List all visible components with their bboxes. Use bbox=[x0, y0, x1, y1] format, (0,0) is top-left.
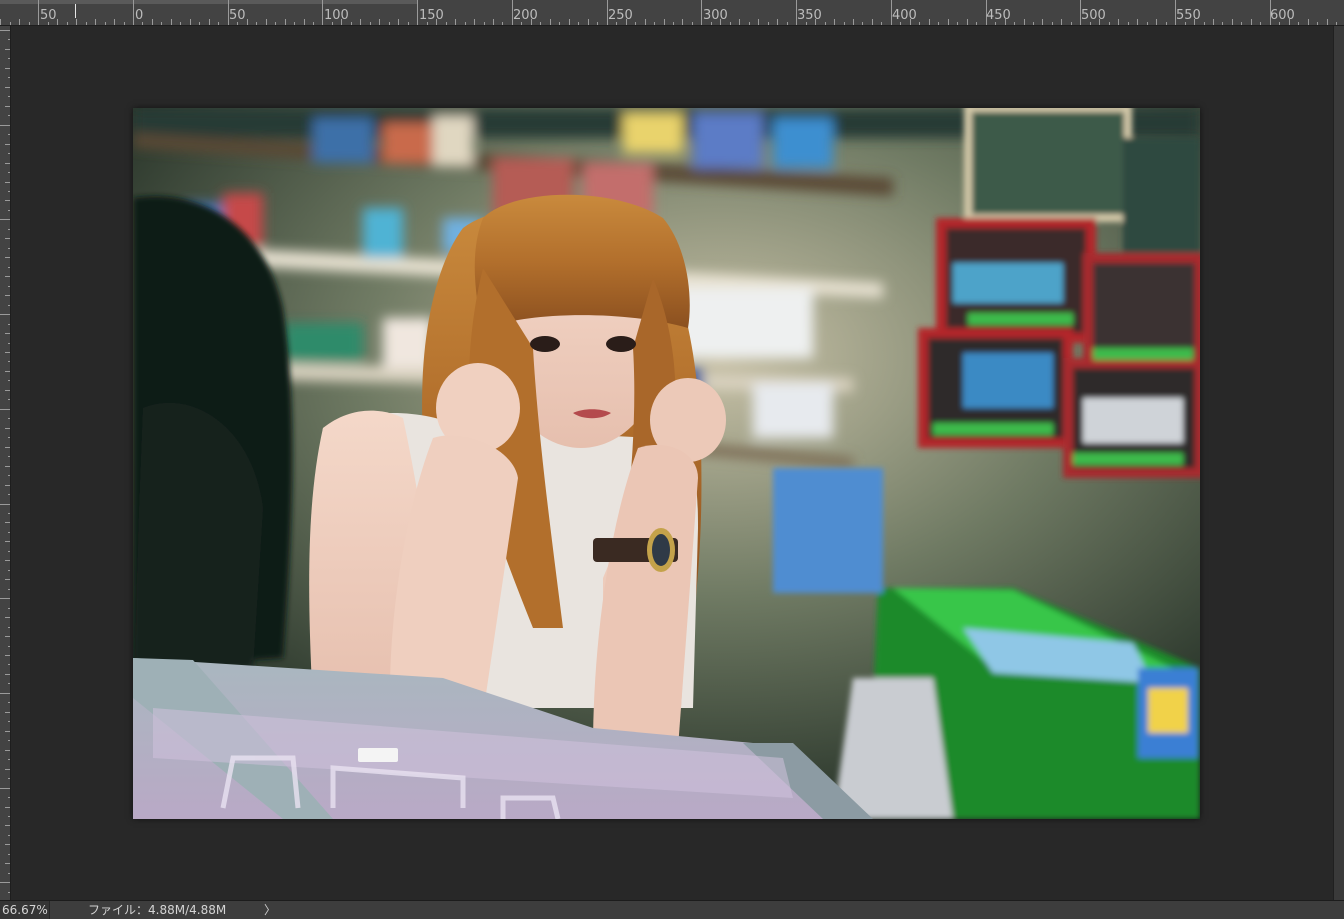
photo-editor-window: 50 0 50 100 150 200 250 300 350 400 450 … bbox=[0, 0, 1344, 919]
vertical-scrollbar[interactable] bbox=[1333, 26, 1344, 900]
status-menu-arrow-icon[interactable]: 〉 bbox=[264, 901, 276, 919]
ruler-label: 0 bbox=[135, 8, 144, 23]
zoom-level-field[interactable]: 66.67% bbox=[0, 901, 50, 919]
horizontal-ruler[interactable]: 50 0 50 100 150 200 250 300 350 400 450 … bbox=[0, 0, 1344, 26]
ruler-label: 350 bbox=[797, 8, 822, 23]
ruler-label: 50 bbox=[40, 8, 57, 23]
ruler-label: 400 bbox=[892, 8, 917, 23]
ruler-label: 50 bbox=[229, 8, 246, 23]
photo-illustration bbox=[133, 108, 1200, 819]
file-size-info: ファイル：4.88M/4.88M bbox=[88, 903, 227, 917]
ruler-label: 300 bbox=[703, 8, 728, 23]
ruler-ticks bbox=[0, 30, 10, 893]
vertical-ruler[interactable] bbox=[0, 26, 11, 900]
ruler-label: 250 bbox=[608, 8, 633, 23]
status-bar: 66.67% ファイル：4.88M/4.88M 〉 bbox=[0, 900, 1344, 919]
ruler-label: 100 bbox=[324, 8, 349, 23]
ruler-label: 200 bbox=[513, 8, 538, 23]
ruler-label: 150 bbox=[419, 8, 444, 23]
ruler-ticks bbox=[0, 0, 1337, 25]
document-image[interactable] bbox=[133, 108, 1200, 819]
ruler-label: 500 bbox=[1081, 8, 1106, 23]
ruler-label: 450 bbox=[986, 8, 1011, 23]
ruler-label: 600 bbox=[1270, 8, 1295, 23]
ruler-label: 550 bbox=[1176, 8, 1201, 23]
